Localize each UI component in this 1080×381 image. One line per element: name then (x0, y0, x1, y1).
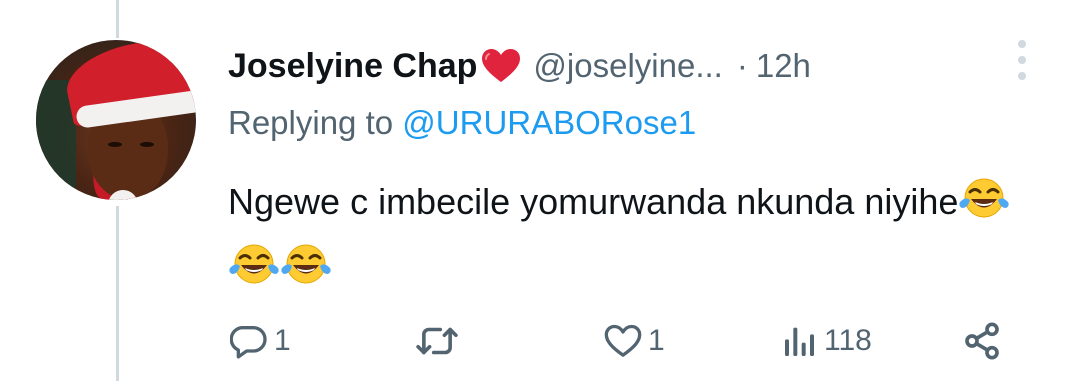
reply-button[interactable]: 1 (230, 316, 291, 366)
reply-count: 1 (274, 324, 291, 357)
tweet-text: Ngewe c imbecile yomurwanda nkunda niyih… (228, 172, 1048, 304)
retweet-icon (414, 321, 460, 361)
avatar-eye (140, 142, 154, 147)
user-handle[interactable]: @joselyine... (533, 47, 722, 85)
like-button[interactable]: 1 (602, 316, 665, 366)
avatar-eye (108, 142, 122, 147)
face-with-tears-of-joy-icon (958, 176, 1010, 238)
avatar[interactable] (36, 40, 196, 200)
heart-outline-icon (602, 321, 644, 361)
separator-dot: · (736, 47, 748, 84)
retweet-button[interactable] (414, 316, 464, 366)
like-count: 1 (648, 324, 665, 357)
share-icon (962, 321, 1002, 361)
red-heart-icon (481, 48, 521, 84)
display-name[interactable]: Joselyine Chap (228, 47, 477, 86)
replying-to-label: Replying to (228, 104, 394, 141)
analytics-icon (780, 321, 820, 361)
thread-line-bottom (116, 206, 119, 381)
more-vertical-icon[interactable] (1016, 40, 1028, 80)
face-with-tears-of-joy-icon (228, 242, 280, 304)
face-with-tears-of-joy-icon (280, 242, 332, 304)
tweet-header: Joselyine Chap @joselyine... · 12h (228, 44, 1028, 88)
replying-to: Replying to @URURABORose1 (228, 104, 696, 142)
comment-icon (230, 321, 270, 361)
tweet-action-bar: 1 1 118 (228, 316, 1048, 366)
reply-to-handle-link[interactable]: @URURABORose1 (402, 104, 696, 141)
timestamp[interactable]: 12h (756, 47, 811, 85)
views-count: 118 (824, 324, 872, 357)
share-button[interactable] (962, 316, 1002, 366)
tweet-body: Ngewe c imbecile yomurwanda nkunda niyih… (228, 181, 959, 222)
views-button[interactable]: 118 (780, 316, 872, 366)
thread-line-top (116, 0, 119, 38)
